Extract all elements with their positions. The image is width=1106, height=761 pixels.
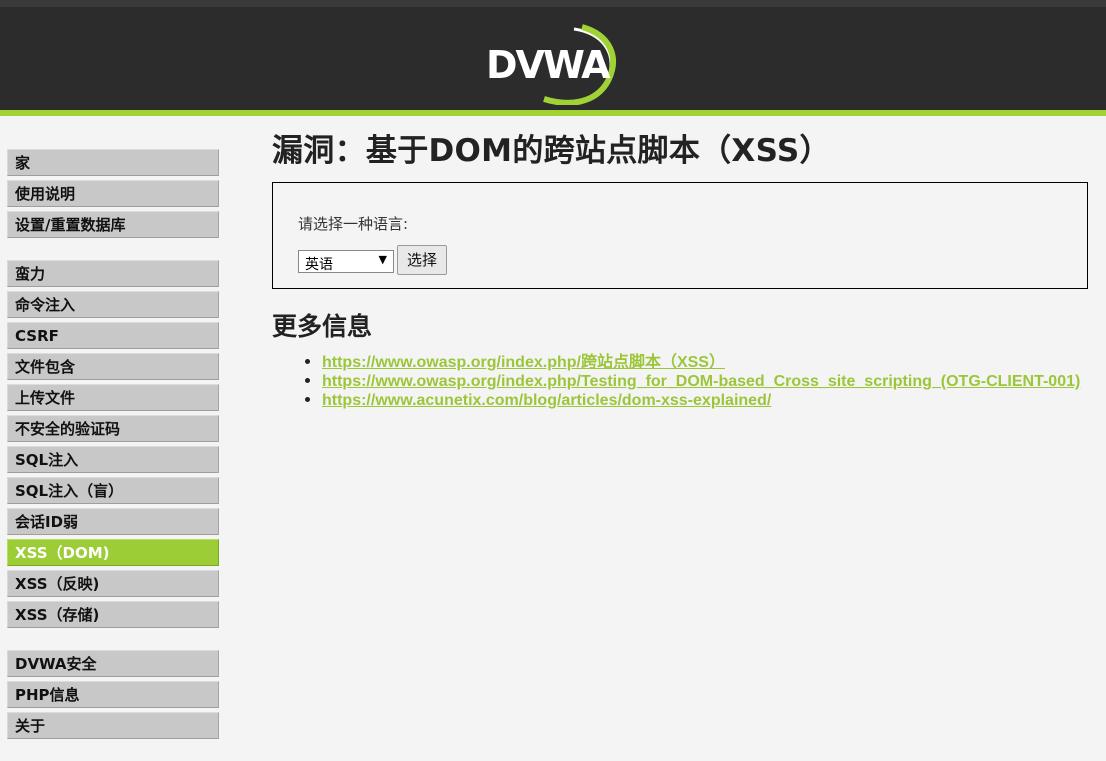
menu-item-csrf[interactable]: CSRF — [7, 322, 219, 349]
menu-item-command-injection[interactable]: 命令注入 — [7, 291, 219, 318]
menu-item-xss-reflected[interactable]: XSS（反映) — [7, 570, 219, 597]
menu-group-vulnerabilities: 蛮力 命令注入 CSRF 文件包含 上传文件 不安全的验证码 SQL注入 SQL… — [7, 260, 219, 628]
language-select[interactable]: 英语 ▼ — [298, 250, 394, 273]
logo-text: DVWA — [486, 43, 611, 87]
list-item: https://www.acunetix.com/blog/articles/d… — [322, 391, 1088, 410]
menu-group-home: 家 使用说明 设置/重置数据库 — [7, 149, 219, 238]
menu-item-setup-reset-db[interactable]: 设置/重置数据库 — [7, 211, 219, 238]
main-content: 漏洞：基于DOM的跨站点脚本（XSS） 请选择一种语言: 英语 ▼ 选择 更多信… — [272, 128, 1088, 410]
link-owasp-xss[interactable]: https://www.owasp.org/index.php/跨站点脚本（XS… — [322, 354, 725, 371]
menu-item-brute-force[interactable]: 蛮力 — [7, 260, 219, 287]
link-owasp-dom-xss-testing[interactable]: https://www.owasp.org/index.php/Testing_… — [322, 373, 1080, 390]
language-form-box: 请选择一种语言: 英语 ▼ 选择 — [272, 182, 1088, 289]
list-item: https://www.owasp.org/index.php/跨站点脚本（XS… — [322, 353, 1088, 372]
menu-item-about[interactable]: 关于 — [7, 712, 219, 739]
menu-item-php-info[interactable]: PHP信息 — [7, 681, 219, 708]
language-select-value: 英语 — [305, 257, 333, 273]
menu-item-insecure-captcha[interactable]: 不安全的验证码 — [7, 415, 219, 442]
dvwa-logo[interactable]: DVWA — [482, 23, 618, 105]
page-title: 漏洞：基于DOM的跨站点脚本（XSS） — [272, 133, 831, 169]
menu-item-home[interactable]: 家 — [7, 149, 219, 176]
more-info-links: https://www.owasp.org/index.php/跨站点脚本（XS… — [272, 353, 1088, 410]
menu-item-sql-injection[interactable]: SQL注入 — [7, 446, 219, 473]
sidebar-menu: 家 使用说明 设置/重置数据库 蛮力 命令注入 CSRF 文件包含 上传文件 不… — [7, 149, 219, 761]
header: DVWA — [0, 0, 1106, 110]
menu-group-misc: DVWA安全 PHP信息 关于 — [7, 650, 219, 739]
menu-item-instructions[interactable]: 使用说明 — [7, 180, 219, 207]
dropdown-arrow-icon: ▼ — [378, 253, 387, 266]
link-acunetix-dom-xss[interactable]: https://www.acunetix.com/blog/articles/d… — [322, 392, 771, 409]
more-info-heading: 更多信息 — [272, 312, 373, 341]
menu-item-xss-dom[interactable]: XSS（DOM) — [7, 539, 219, 566]
select-submit-button[interactable]: 选择 — [397, 245, 448, 275]
menu-item-weak-session-ids[interactable]: 会话ID弱 — [7, 508, 219, 535]
language-prompt: 请选择一种语言: — [298, 215, 409, 233]
menu-item-file-upload[interactable]: 上传文件 — [7, 384, 219, 411]
list-item: https://www.owasp.org/index.php/Testing_… — [322, 372, 1088, 391]
header-accent-bar — [0, 110, 1106, 116]
menu-item-file-inclusion[interactable]: 文件包含 — [7, 353, 219, 380]
menu-item-sql-injection-blind[interactable]: SQL注入（盲） — [7, 477, 219, 504]
menu-item-xss-stored[interactable]: XSS（存储) — [7, 601, 219, 628]
menu-item-dvwa-security[interactable]: DVWA安全 — [7, 650, 219, 677]
